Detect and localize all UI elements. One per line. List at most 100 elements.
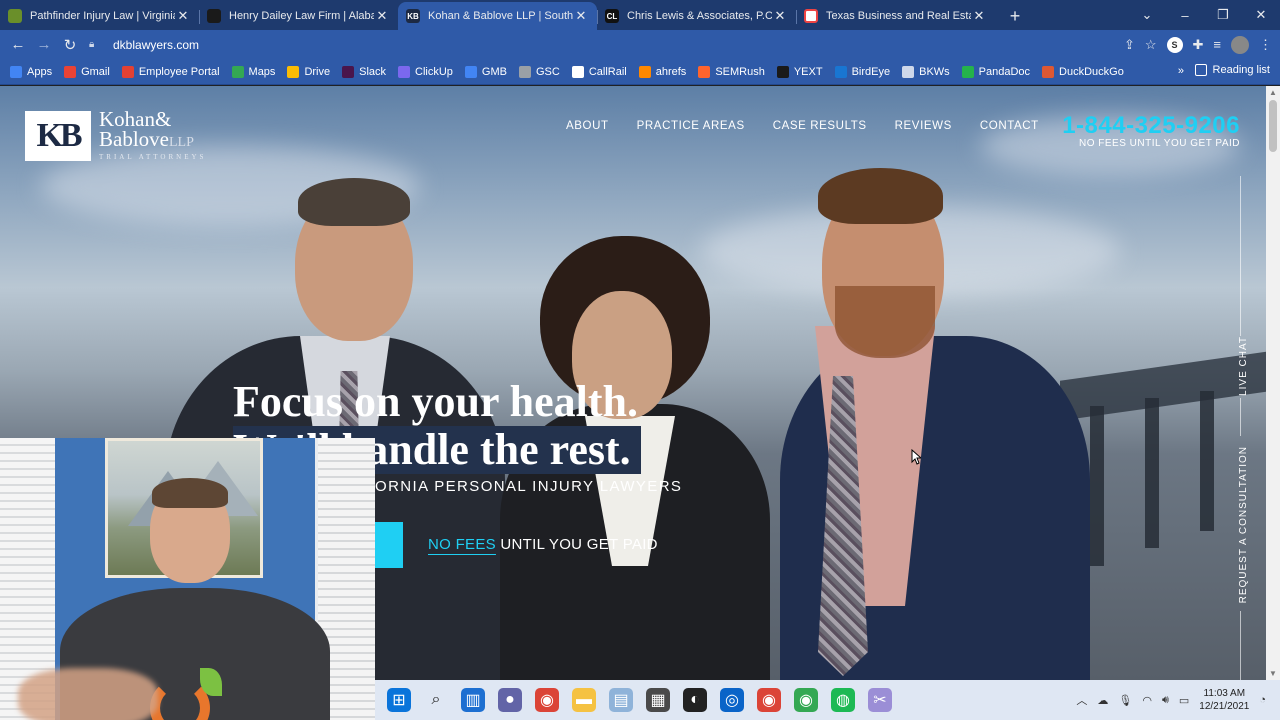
bookmark-duckduckgo[interactable]: DuckDuckGo bbox=[1042, 65, 1124, 78]
bookmark-birdeye[interactable]: BirdEye bbox=[834, 65, 891, 78]
reading-list-icon bbox=[1194, 64, 1207, 76]
outlook-icon[interactable]: ◎ bbox=[720, 688, 744, 712]
clock[interactable]: 11:03 AM 12/21/2021 bbox=[1199, 687, 1249, 713]
bookmark-gsc[interactable]: GSC bbox=[518, 65, 560, 78]
bookmark-drive[interactable]: Drive bbox=[287, 65, 330, 78]
search-icon[interactable]: ⌕ bbox=[424, 688, 448, 712]
nav-case-results[interactable]: CASE RESULTS bbox=[773, 120, 867, 132]
bookmark-favicon-icon bbox=[121, 65, 134, 78]
browser-toolbar: ← → ↻ 🔒︎ dkblawyers.com ⇪ ☆ S ✚ ≡ ⋮ bbox=[0, 30, 1280, 59]
nav-reviews[interactable]: REVIEWS bbox=[895, 120, 952, 132]
bookmark-star-icon[interactable]: ☆ bbox=[1145, 37, 1157, 53]
calculator-icon[interactable]: ▦ bbox=[646, 688, 670, 712]
back-button[interactable]: ← bbox=[5, 36, 31, 53]
chrome-alt-icon[interactable]: ◉ bbox=[794, 688, 818, 712]
scroll-down-icon[interactable]: ▼ bbox=[1269, 669, 1277, 678]
obs-icon[interactable]: ◐ bbox=[683, 688, 707, 712]
tab-active[interactable]: KB Kohan & Bablove LLP | Southern ✕ bbox=[398, 2, 597, 30]
url-text: dkblawyers.com bbox=[113, 37, 200, 52]
bookmark-semrush[interactable]: SEMRush bbox=[698, 65, 765, 78]
tab-close-icon[interactable]: ✕ bbox=[772, 8, 788, 24]
tab-favicon-icon bbox=[804, 9, 818, 23]
forward-button[interactable]: → bbox=[31, 36, 57, 53]
webcam-overlay bbox=[0, 438, 375, 720]
site-logo[interactable]: KB Kohan& BabloveLLP TRIAL ATTORNEYS bbox=[25, 109, 206, 162]
widgets-icon[interactable]: ▥ bbox=[461, 688, 485, 712]
pier-leg bbox=[1145, 398, 1159, 548]
tab[interactable]: CL Chris Lewis & Associates, P.C. | C ✕ bbox=[597, 2, 796, 30]
nav-practice-areas[interactable]: PRACTICE AREAS bbox=[637, 120, 745, 132]
microphone-icon[interactable]: 🎙︎ bbox=[1118, 694, 1132, 707]
volume-icon[interactable]: 🔊︎ bbox=[1162, 694, 1169, 707]
tab-title: Kohan & Bablove LLP | Southern bbox=[428, 10, 573, 22]
bookmark-bkws[interactable]: BKWs bbox=[902, 65, 950, 78]
bookmark-maps[interactable]: Maps bbox=[231, 65, 275, 78]
menu-kebab-icon[interactable]: ⋮ bbox=[1259, 37, 1272, 53]
chrome-active-icon[interactable]: ◉ bbox=[757, 688, 781, 712]
tab[interactable]: Texas Business and Real Estate La ✕ bbox=[796, 2, 995, 30]
share-icon[interactable]: ⇪ bbox=[1124, 37, 1135, 53]
bookmarks-overflow-icon[interactable]: » bbox=[1178, 65, 1184, 77]
windows-start-icon[interactable]: ⊞ bbox=[387, 688, 411, 712]
bookmark-label: ClickUp bbox=[415, 65, 453, 78]
media-queue-icon[interactable]: ≡ bbox=[1213, 37, 1221, 52]
request-consultation-tab[interactable]: REQUEST A CONSULTATION bbox=[1238, 446, 1249, 603]
onedrive-icon[interactable]: ☁ bbox=[1097, 694, 1108, 707]
notepad-icon[interactable]: ▤ bbox=[609, 688, 633, 712]
scrollbar-thumb[interactable] bbox=[1269, 100, 1277, 152]
no-fees-highlight: NO FEES bbox=[428, 536, 496, 553]
bookmark-favicon-icon bbox=[287, 65, 300, 78]
phone-number-link[interactable]: 1-844-325-9206 bbox=[1062, 112, 1240, 140]
tab[interactable]: Pathfinder Injury Law | Virginia W ✕ bbox=[0, 2, 199, 30]
bookmark-favicon-icon bbox=[231, 65, 244, 78]
bookmark-ahrefs[interactable]: ahrefs bbox=[638, 65, 686, 78]
reading-list-button[interactable]: Reading list bbox=[1194, 64, 1270, 76]
cta-button[interactable] bbox=[375, 522, 403, 568]
page-scrollbar[interactable]: ▲ ▼ bbox=[1266, 86, 1280, 680]
bookmark-callrail[interactable]: CallRail bbox=[571, 65, 627, 78]
tab-close-icon[interactable]: ✕ bbox=[374, 8, 390, 24]
bookmark-favicon-icon bbox=[902, 65, 915, 78]
bookmark-label: BirdEye bbox=[851, 65, 891, 78]
tab-close-icon[interactable]: ✕ bbox=[971, 8, 987, 24]
snipping-tool-icon[interactable]: ✂ bbox=[868, 688, 892, 712]
bookmark-label: DuckDuckGo bbox=[1059, 65, 1124, 78]
nav-about[interactable]: ABOUT bbox=[566, 120, 609, 132]
bookmark-yext[interactable]: YEXT bbox=[776, 65, 823, 78]
profile-avatar[interactable] bbox=[1231, 35, 1249, 54]
extensions-puzzle-icon[interactable]: ✚ bbox=[1193, 37, 1204, 53]
wifi-icon[interactable]: ◠ bbox=[1142, 694, 1152, 707]
live-chat-tab[interactable]: LIVE CHAT bbox=[1238, 336, 1249, 396]
teams-chat-icon[interactable]: ● bbox=[498, 688, 522, 712]
address-bar[interactable]: 🔒︎ dkblawyers.com bbox=[89, 33, 1089, 57]
battery-icon[interactable]: ▭ bbox=[1179, 694, 1189, 707]
nav-contact[interactable]: CONTACT bbox=[980, 120, 1039, 132]
bookmark-gmb[interactable]: GMB bbox=[464, 65, 507, 78]
tray-overflow-icon[interactable]: ︿ bbox=[1076, 692, 1087, 708]
file-explorer-icon[interactable]: ▬ bbox=[572, 688, 596, 712]
new-tab-button[interactable]: + bbox=[1001, 2, 1029, 30]
spotify-icon[interactable]: ◍ bbox=[831, 688, 855, 712]
tab-search-icon[interactable]: ⌄ bbox=[1128, 7, 1166, 23]
bookmark-gmail[interactable]: Gmail bbox=[64, 65, 110, 78]
bookmark-pandadoc[interactable]: PandaDoc bbox=[961, 65, 1030, 78]
close-button[interactable]: ✕ bbox=[1242, 7, 1280, 23]
chrome-icon[interactable]: ◉ bbox=[535, 688, 559, 712]
notifications-icon[interactable]: ◔ bbox=[1259, 694, 1266, 706]
bookmark-clickup[interactable]: ClickUp bbox=[398, 65, 453, 78]
bookmark-apps[interactable]: Apps bbox=[10, 65, 53, 78]
bookmark-employee-portal[interactable]: Employee Portal bbox=[121, 65, 220, 78]
extension-s-icon[interactable]: S bbox=[1166, 36, 1183, 53]
bookmark-label: Apps bbox=[27, 65, 53, 78]
presenter-hair bbox=[152, 478, 228, 508]
lock-icon[interactable]: 🔒︎ bbox=[89, 39, 105, 50]
tab-title: Henry Dailey Law Firm | Alabama bbox=[229, 10, 374, 22]
tab-close-icon[interactable]: ✕ bbox=[573, 8, 589, 24]
tab-close-icon[interactable]: ✕ bbox=[175, 8, 191, 24]
tab[interactable]: Henry Dailey Law Firm | Alabama ✕ bbox=[199, 2, 398, 30]
minimize-button[interactable]: – bbox=[1166, 8, 1204, 23]
scroll-up-icon[interactable]: ▲ bbox=[1269, 88, 1277, 97]
reload-button[interactable]: ↻ bbox=[57, 36, 83, 54]
maximize-button[interactable]: ❐ bbox=[1204, 7, 1242, 23]
bookmark-slack[interactable]: Slack bbox=[342, 65, 386, 78]
